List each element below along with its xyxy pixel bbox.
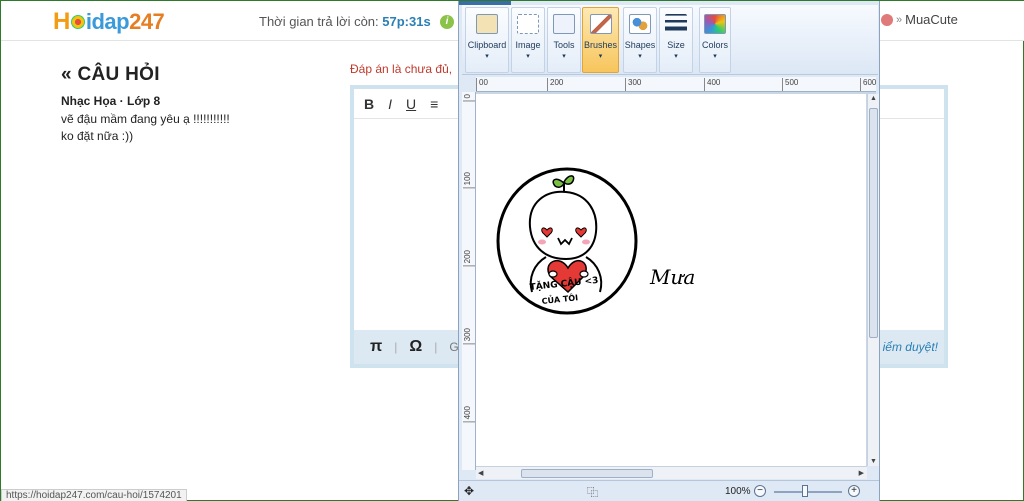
ribbon-colors[interactable]: Colors ▾ bbox=[699, 7, 731, 73]
ruler-tick: 200 bbox=[463, 250, 475, 267]
italic-button[interactable]: I bbox=[388, 96, 392, 112]
signature: Mưa bbox=[649, 265, 695, 289]
avatar bbox=[881, 13, 893, 26]
hand-left bbox=[548, 270, 558, 278]
ribbon-label: Tools bbox=[553, 40, 575, 50]
back-icon[interactable]: « bbox=[61, 64, 72, 85]
scroll-left-icon[interactable]: ◀ bbox=[478, 469, 483, 477]
list-button[interactable]: ≡ bbox=[430, 96, 438, 112]
ruler-tick: 200 bbox=[547, 78, 563, 91]
site-logo[interactable]: H idap 247 bbox=[53, 7, 165, 37]
zoom-slider-track[interactable] bbox=[774, 491, 842, 493]
ruler-tick: 00 bbox=[476, 78, 488, 91]
ribbon-tools[interactable]: Tools ▾ bbox=[547, 7, 581, 73]
bold-button[interactable]: B bbox=[364, 96, 374, 112]
timer-label: Thời gian trả lời còn: bbox=[259, 14, 379, 29]
logo-letter: H bbox=[53, 8, 70, 35]
image-icon bbox=[517, 14, 539, 34]
underline-button[interactable]: U bbox=[406, 96, 416, 112]
zoom-out-button[interactable]: − bbox=[754, 485, 766, 497]
selection-size-icon: ⿻ bbox=[587, 487, 598, 499]
size-icon bbox=[665, 14, 687, 34]
chevron-down-icon: ▾ bbox=[526, 53, 530, 60]
ruler-tick: 400 bbox=[463, 406, 475, 423]
chevron-down-icon: ▾ bbox=[598, 53, 603, 60]
horizontal-ruler: 00 200 300 400 500 600 bbox=[476, 77, 876, 92]
zoom-level: 100% bbox=[725, 486, 751, 497]
logo-flower-icon bbox=[70, 15, 85, 29]
ribbon-image[interactable]: Image ▾ bbox=[511, 7, 545, 73]
divider: | bbox=[434, 340, 438, 354]
user-name: MuaCute bbox=[905, 12, 958, 27]
zoom-slider-thumb[interactable] bbox=[802, 485, 808, 497]
ribbon-size[interactable]: Size ▾ bbox=[659, 7, 693, 73]
chevron-down-icon: ▾ bbox=[674, 53, 678, 60]
info-icon[interactable]: i bbox=[440, 15, 454, 29]
scroll-up-icon[interactable]: ▲ bbox=[870, 95, 877, 102]
drawing: TẶNG CẬU <3 CỦA TÔI Mưa bbox=[496, 167, 695, 315]
paint-status-bar: ✥ ⿻ 100% − + bbox=[459, 480, 879, 501]
answer-warning: Đáp án là chưa đủ, bbox=[350, 62, 453, 76]
brush-icon bbox=[589, 14, 612, 34]
ribbon-label: Clipboard bbox=[467, 40, 507, 50]
tools-icon bbox=[553, 14, 575, 34]
paint-window: Clipboard ▾ Image ▾ Tools ▾ Brushes ▾ Sh… bbox=[458, 1, 880, 501]
answer-timer: Thời gian trả lời còn: 57p:31s bbox=[259, 14, 431, 29]
review-note: iểm duyệt! bbox=[882, 340, 938, 354]
paint-ribbon: Clipboard ▾ Image ▾ Tools ▾ Brushes ▾ Sh… bbox=[462, 5, 878, 75]
page-title-text: CÂU HỎI bbox=[77, 64, 160, 85]
canvas-area: TẶNG CẬU <3 CỦA TÔI Mưa bbox=[476, 92, 876, 466]
omega-icon[interactable]: Ω bbox=[409, 338, 422, 356]
user-menu[interactable]: » MuaCute bbox=[881, 12, 958, 27]
vertical-ruler: 0 100 200 300 400 bbox=[462, 92, 476, 470]
vertical-scrollbar[interactable]: ▲ ▼ bbox=[867, 94, 879, 466]
ruler-tick: 0 bbox=[463, 94, 475, 102]
page-title: « CÂU HỎI bbox=[61, 64, 160, 86]
ribbon-label: Brushes bbox=[583, 40, 618, 50]
drawing-caption-2: CỦA TÔI bbox=[541, 290, 579, 306]
colors-icon bbox=[704, 14, 726, 34]
ribbon-clipboard[interactable]: Clipboard ▾ bbox=[465, 7, 509, 73]
chevron-down-icon: ▾ bbox=[562, 53, 566, 60]
ruler-tick: 100 bbox=[463, 172, 475, 189]
ribbon-brushes[interactable]: Brushes ▾ bbox=[582, 7, 619, 73]
scroll-thumb[interactable] bbox=[521, 469, 653, 478]
clipboard-icon bbox=[476, 14, 498, 34]
status-url: https://hoidap247.com/cau-hoi/1574201 bbox=[1, 489, 187, 501]
logo-text: idap bbox=[85, 9, 130, 34]
question-body: vẽ đậu mầm đang yêu ạ !!!!!!!!!!! ko đặt… bbox=[61, 112, 230, 143]
blush-left bbox=[538, 239, 546, 245]
timer-value: 57p:31s bbox=[382, 14, 431, 29]
ruler-tick: 500 bbox=[782, 78, 798, 91]
chevron-down-icon: ▾ bbox=[638, 53, 642, 60]
chevron-down-icon: ▾ bbox=[485, 53, 489, 60]
scroll-thumb[interactable] bbox=[869, 108, 878, 338]
horizontal-scrollbar[interactable]: ◀ ▶ bbox=[476, 466, 867, 479]
zoom-in-button[interactable]: + bbox=[848, 485, 860, 497]
ruler-tick: 400 bbox=[704, 78, 720, 91]
blush-right bbox=[582, 239, 590, 245]
scroll-right-icon[interactable]: ▶ bbox=[859, 469, 864, 477]
shapes-icon bbox=[629, 14, 651, 34]
ruler-tick: 300 bbox=[463, 328, 475, 345]
sprout-head bbox=[528, 190, 598, 261]
sprout-leaf-left bbox=[552, 178, 565, 188]
ruler-tick: 600 bbox=[860, 78, 876, 91]
scroll-down-icon[interactable]: ▼ bbox=[870, 458, 877, 465]
ribbon-label: Image bbox=[515, 40, 541, 50]
question-meta: Nhạc Họa · Lớp 8 bbox=[61, 94, 161, 108]
chevron-icon: » bbox=[896, 13, 903, 26]
ribbon-shapes[interactable]: Shapes ▾ bbox=[623, 7, 657, 73]
pi-icon[interactable]: π bbox=[370, 338, 382, 356]
drawing-canvas[interactable]: TẶNG CẬU <3 CỦA TÔI Mưa bbox=[476, 94, 866, 466]
ribbon-label: Shapes bbox=[624, 40, 656, 50]
move-icon: ✥ bbox=[464, 484, 475, 498]
chevron-down-icon: ▾ bbox=[713, 53, 717, 60]
ruler-tick: 300 bbox=[625, 78, 641, 91]
ribbon-label: Size bbox=[667, 40, 685, 50]
logo-number: 247 bbox=[129, 9, 165, 34]
divider: | bbox=[394, 340, 398, 354]
sprout-leaf-right bbox=[563, 175, 575, 185]
ribbon-label: Colors bbox=[701, 40, 728, 50]
